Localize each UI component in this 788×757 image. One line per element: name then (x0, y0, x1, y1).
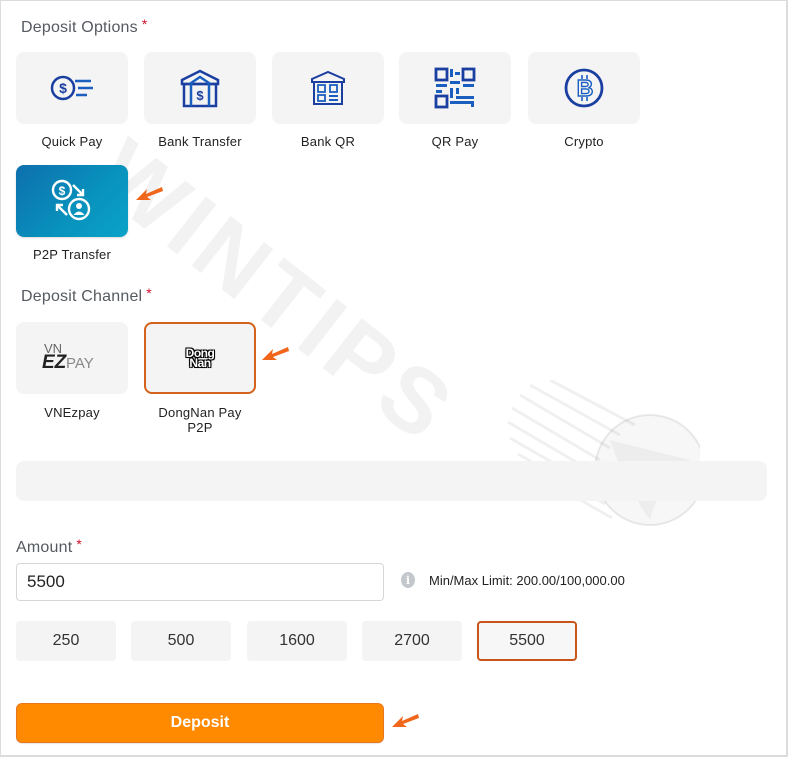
pointer-arrow-icon (392, 714, 419, 727)
info-icon: i (401, 572, 415, 588)
pointer-arrow-icon (136, 187, 163, 200)
deposit-button[interactable]: Deposit (16, 703, 384, 743)
channel-dongnan-pay-p2p[interactable]: Dong Nan (144, 322, 256, 394)
deposit-options-title: Deposit Options * (21, 16, 148, 37)
bank-qr-icon (311, 70, 345, 105)
amount-preset[interactable]: 250 (16, 621, 116, 661)
required-mark: * (76, 536, 82, 552)
pointer-arrow-icon (262, 347, 289, 360)
deposit-channel-label: Deposit Channel (21, 288, 143, 305)
amount-preset-selected[interactable]: 5500 (477, 621, 577, 661)
amount-preset[interactable]: 1600 (247, 621, 347, 661)
channel-vnezpay[interactable]: VN EZ PAY (16, 322, 128, 394)
amount-label: Amount (16, 539, 73, 556)
deposit-option-quick-pay[interactable]: $ (16, 52, 128, 124)
dongnan-logo-line2: Nan (189, 356, 211, 370)
limit-info: i Min/Max Limit: 200.00/100,000.00 (401, 572, 625, 588)
vnezpay-logo-bold: EZ (42, 352, 67, 373)
deposit-option-label: P2P Transfer (32, 247, 112, 262)
svg-text:$: $ (59, 184, 66, 198)
amount-title: Amount * (16, 536, 82, 557)
amount-input[interactable] (16, 563, 384, 601)
vnezpay-logo: VN EZ PAY (42, 341, 102, 375)
svg-text:$: $ (59, 80, 67, 96)
bitcoin-icon: B (564, 68, 604, 108)
deposit-option-label: Crypto (564, 134, 604, 149)
deposit-option-label: Bank QR (300, 134, 356, 149)
channel-label-line2: P2P (187, 420, 213, 435)
limit-text: Min/Max Limit: 200.00/100,000.00 (429, 572, 625, 588)
deposit-option-label: Quick Pay (41, 134, 103, 149)
deposit-option-bank-transfer[interactable]: $ (144, 52, 256, 124)
deposit-channel-title: Deposit Channel * (21, 285, 152, 306)
amount-preset[interactable]: 500 (131, 621, 231, 661)
deposit-option-p2p-transfer[interactable]: $ (16, 165, 128, 237)
deposit-option-qr-pay[interactable] (399, 52, 511, 124)
channel-label: VNEzpay (44, 405, 100, 420)
deposit-option-label: QR Pay (431, 134, 479, 149)
bank-transfer-icon: $ (180, 69, 220, 108)
channel-label: DongNan Pay P2P (144, 405, 256, 435)
quick-pay-icon: $ (50, 75, 93, 101)
deposit-options-label: Deposit Options (21, 19, 138, 36)
deposit-option-crypto[interactable]: B (528, 52, 640, 124)
p2p-transfer-icon: $ (51, 179, 91, 221)
amount-preset[interactable]: 2700 (362, 621, 462, 661)
channel-info-bar (16, 461, 767, 501)
svg-text:$: $ (196, 88, 204, 103)
channel-label-line1: DongNan Pay (158, 405, 242, 420)
required-mark: * (146, 285, 152, 301)
svg-text:B: B (577, 75, 594, 101)
qr-pay-icon (434, 67, 476, 109)
dongnan-logo: Dong Nan (186, 347, 215, 370)
required-mark: * (141, 16, 148, 32)
vnezpay-logo-light: PAY (66, 355, 94, 372)
deposit-option-bank-qr[interactable] (272, 52, 384, 124)
deposit-option-label: Bank Transfer (158, 134, 242, 149)
